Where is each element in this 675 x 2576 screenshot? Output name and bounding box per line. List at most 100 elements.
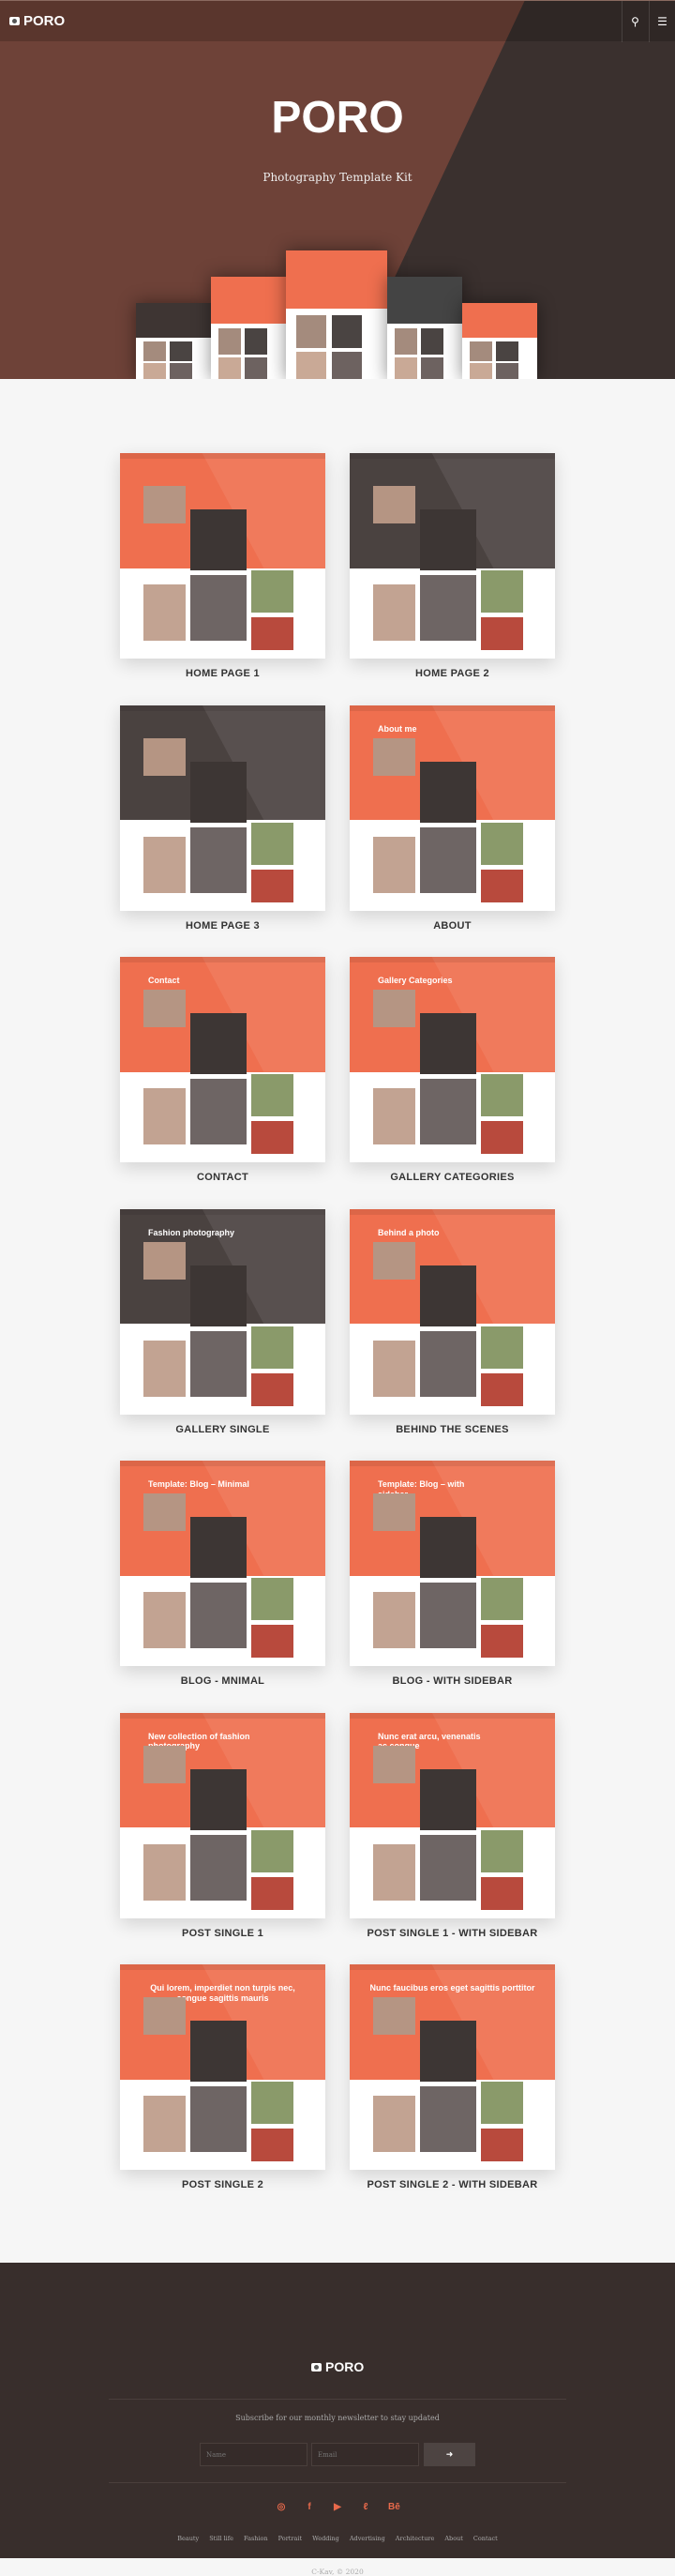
demo-label[interactable]: HOME PAGE 2	[350, 668, 555, 679]
footer-link[interactable]: Advertising	[350, 2535, 385, 2542]
footer-link[interactable]: Contact	[473, 2535, 498, 2542]
demo-card-home-page-1[interactable]	[120, 453, 325, 659]
demo-title: Fashion photography	[148, 1227, 234, 1237]
photo-thumbnail	[420, 761, 476, 823]
demo-label[interactable]: BLOG - MNIMAL	[120, 1675, 325, 1687]
demo-card-post-single-1-with-sidebar[interactable]: Nunc erat arcu, venenatis ac congue	[350, 1712, 555, 1918]
photo-thumbnail	[481, 1121, 523, 1154]
search-button[interactable]: ⚲	[622, 1, 648, 42]
demo-label[interactable]: POST SINGLE 1 - WITH SIDEBAR	[350, 1928, 555, 1939]
photo-thumbnail	[190, 1265, 247, 1326]
photo-thumbnail	[373, 1745, 415, 1783]
500px-icon[interactable]: ℓ	[360, 2502, 371, 2512]
photo-thumbnail	[251, 1121, 293, 1154]
photo-thumbnail	[481, 617, 523, 650]
demo-card-behind-the-scenes[interactable]: Behind a photo	[350, 1208, 555, 1415]
footer-link[interactable]: Wedding	[312, 2535, 339, 2542]
photo-thumbnail	[190, 1583, 247, 1648]
demo-label[interactable]: GALLERY SINGLE	[120, 1424, 325, 1435]
footer-link[interactable]: About	[444, 2535, 463, 2542]
photo-thumbnail	[481, 2082, 523, 2124]
photo-thumbnail	[373, 836, 415, 893]
demo-nav-bar	[350, 1964, 555, 1970]
photo-thumbnail	[251, 1578, 293, 1620]
demo-label[interactable]: HOME PAGE 1	[120, 668, 325, 679]
demo-card-home-page-3[interactable]	[120, 705, 325, 911]
demo-label[interactable]: POST SINGLE 2 - WITH SIDEBAR	[350, 2179, 555, 2190]
facebook-icon[interactable]: f	[304, 2502, 315, 2512]
demo-label[interactable]: BEHIND THE SCENES	[350, 1424, 555, 1435]
photo-thumbnail	[373, 1088, 415, 1144]
footer-link[interactable]: Beauty	[177, 2535, 199, 2542]
demo-card-gallery-single[interactable]: Fashion photography	[120, 1208, 325, 1415]
photo-thumbnail	[373, 486, 415, 523]
photo-thumbnail	[420, 1330, 476, 1397]
photo-thumbnail	[143, 1340, 186, 1397]
footer: PORO Subscribe for our monthly newslette…	[0, 2263, 675, 2576]
name-input[interactable]	[200, 2443, 308, 2466]
demo-card-contact[interactable]: Contact	[120, 957, 325, 1162]
demo-label[interactable]: ABOUT	[350, 920, 555, 932]
photo-thumbnail	[295, 315, 327, 348]
demo-nav-bar	[350, 1208, 555, 1215]
photo-thumbnail	[420, 826, 476, 893]
photo-thumbnail	[470, 362, 492, 379]
photo-thumbnail	[420, 1768, 476, 1830]
photo-thumbnail	[190, 1517, 247, 1578]
demo-label[interactable]: CONTACT	[120, 1172, 325, 1183]
demo-label[interactable]: BLOG - WITH SIDEBAR	[350, 1675, 555, 1687]
footer-link[interactable]: Architecture	[396, 2535, 435, 2542]
photo-thumbnail	[331, 351, 362, 379]
photo-thumbnail	[143, 486, 186, 523]
email-input[interactable]	[311, 2443, 419, 2466]
photo-thumbnail	[395, 328, 417, 355]
demo-card-blog-mnimal[interactable]: Template: Blog – Minimal	[120, 1461, 325, 1666]
photo-thumbnail	[190, 2086, 247, 2152]
youtube-icon[interactable]: ▶	[332, 2502, 343, 2512]
photo-thumbnail	[245, 356, 267, 379]
demo-card-gallery-categories[interactable]: Gallery Categories	[350, 957, 555, 1162]
demo-nav-bar	[350, 453, 555, 459]
photo-thumbnail	[190, 1330, 247, 1397]
demo-label[interactable]: HOME PAGE 3	[120, 920, 325, 932]
photo-thumbnail	[496, 362, 518, 379]
photo-thumbnail	[143, 836, 186, 893]
footer-link[interactable]: Portrait	[278, 2535, 302, 2542]
demo-nav-bar	[120, 957, 325, 962]
photo-thumbnail	[170, 341, 192, 361]
demo-card-blog-with-sidebar[interactable]: Template: Blog – with sidebar	[350, 1461, 555, 1666]
photo-thumbnail	[481, 1372, 523, 1406]
footer-link[interactable]: Fashion	[244, 2535, 268, 2542]
hamburger-menu-icon: ☰	[657, 15, 668, 28]
photo-thumbnail	[420, 1079, 476, 1144]
photo-thumbnail	[331, 315, 362, 348]
behance-icon[interactable]: Bē	[388, 2502, 400, 2512]
photo-thumbnail	[190, 826, 247, 893]
demo-nav-bar	[120, 1964, 325, 1970]
demo-card-about[interactable]: About me	[350, 705, 555, 911]
demo-label[interactable]: POST SINGLE 2	[120, 2179, 325, 2190]
photo-thumbnail	[373, 990, 415, 1027]
footer-link[interactable]: Still life	[209, 2535, 233, 2542]
photo-thumbnail	[251, 1625, 293, 1658]
demo-card-post-single-2[interactable]: Qui lorem, imperdiet non turpis nec, con…	[120, 1964, 325, 2170]
demo-nav-bar	[120, 453, 325, 459]
photo-thumbnail	[251, 570, 293, 613]
footer-logo[interactable]: PORO	[311, 2359, 364, 2374]
demo-nav-bar	[350, 1712, 555, 1719]
photo-thumbnail	[420, 1265, 476, 1326]
instagram-icon[interactable]: ◎	[276, 2502, 287, 2512]
photo-thumbnail	[218, 356, 241, 379]
demo-label[interactable]: GALLERY CATEGORIES	[350, 1172, 555, 1183]
photo-thumbnail	[190, 1834, 247, 1901]
photo-thumbnail	[373, 1997, 415, 2035]
menu-button[interactable]: ☰	[649, 1, 675, 42]
photo-thumbnail	[170, 362, 192, 379]
photo-thumbnail	[251, 1829, 293, 1872]
demo-card-post-single-2-with-sidebar[interactable]: Nunc faucibus eros eget sagittis porttit…	[350, 1964, 555, 2170]
demo-card-home-page-2[interactable]	[350, 453, 555, 659]
logo[interactable]: PORO	[9, 13, 65, 29]
demo-label[interactable]: POST SINGLE 1	[120, 1928, 325, 1939]
demo-card-post-single-1[interactable]: New collection of fashion photography	[120, 1712, 325, 1918]
subscribe-button[interactable]: ➜	[424, 2443, 475, 2466]
